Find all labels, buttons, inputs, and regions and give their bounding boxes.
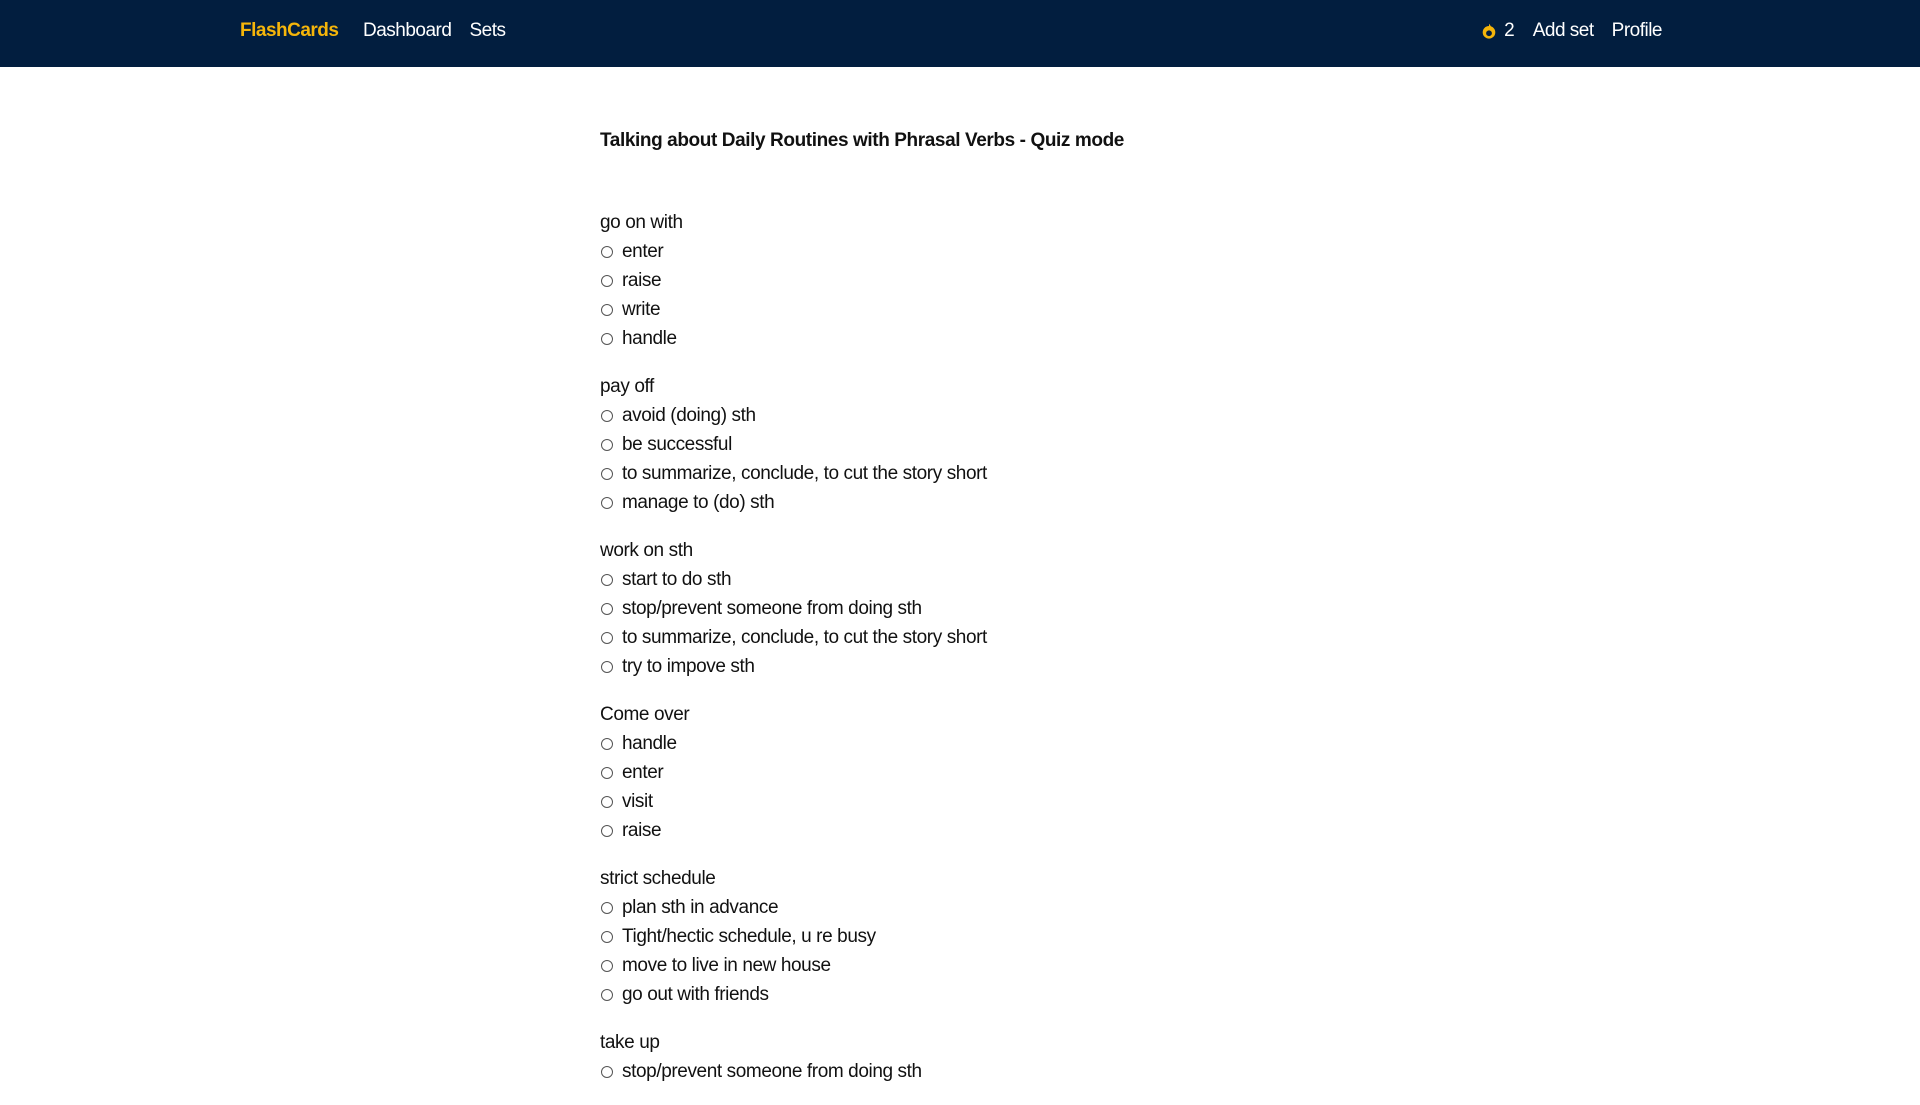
nav-sets-link[interactable]: Sets bbox=[469, 20, 506, 42]
answer-option[interactable]: to summarize, conclude, to cut the story… bbox=[600, 459, 1400, 488]
quiz-question: work on sth start to do sth stop/prevent s… bbox=[600, 536, 1400, 681]
question-term: work on sth bbox=[600, 540, 693, 561]
answer-option[interactable]: plan sth in advance bbox=[600, 893, 1400, 922]
answer-option-label: write bbox=[622, 298, 661, 320]
quiz-question: take up stop/prevent someone from doing s… bbox=[600, 1028, 1400, 1086]
nav-main-links: Dashboard Sets bbox=[363, 20, 506, 42]
answer-option-label: raise bbox=[622, 819, 662, 841]
answer-radio-button[interactable] bbox=[601, 959, 613, 972]
answer-option-label: go out with friends bbox=[622, 983, 769, 1005]
answer-option[interactable]: manage to (do) sth bbox=[600, 488, 1400, 517]
answer-option[interactable]: stop/prevent someone from doing sth bbox=[600, 594, 1400, 623]
answer-radio-button[interactable] bbox=[601, 573, 613, 586]
answer-radio-button[interactable] bbox=[601, 467, 613, 480]
quiz-question-list: go on with enter raise write handle pay off av… bbox=[600, 208, 1400, 1086]
profile-link[interactable]: Profile bbox=[1612, 20, 1663, 42]
answer-option[interactable]: raise bbox=[600, 816, 1400, 845]
answer-option[interactable]: go out with friends bbox=[600, 980, 1400, 1009]
question-term: strict schedule bbox=[600, 868, 716, 889]
answer-option-label: move to live in new house bbox=[622, 954, 831, 976]
answer-radio-button[interactable] bbox=[601, 988, 613, 1001]
answer-option[interactable]: raise bbox=[600, 266, 1400, 295]
answer-option[interactable]: avoid (doing) sth bbox=[600, 401, 1400, 430]
answer-option[interactable]: enter bbox=[600, 758, 1400, 787]
answer-radio-button[interactable] bbox=[601, 901, 613, 914]
answer-option-label: enter bbox=[622, 240, 664, 262]
quiz-question: go on with enter raise write handle bbox=[600, 208, 1400, 353]
answer-option-label: manage to (do) sth bbox=[622, 491, 775, 513]
answer-radio-button[interactable] bbox=[601, 496, 613, 509]
brand-logo-link[interactable]: FlashCards bbox=[240, 20, 339, 42]
answer-option[interactable]: move to live in new house bbox=[600, 951, 1400, 980]
answer-option-label: try to impove sth bbox=[622, 655, 755, 677]
answer-radio-button[interactable] bbox=[601, 303, 613, 316]
answer-option[interactable]: write bbox=[600, 295, 1400, 324]
quiz-content: Talking about Daily Routines with Phrasa… bbox=[600, 120, 1400, 1105]
answer-option[interactable]: visit bbox=[600, 787, 1400, 816]
answer-radio-button[interactable] bbox=[601, 660, 613, 673]
answer-option[interactable]: try to impove sth bbox=[600, 652, 1400, 681]
question-term: take up bbox=[600, 1032, 660, 1053]
answer-radio-button[interactable] bbox=[601, 737, 613, 750]
nav-user-links: 2 Add set Profile bbox=[1480, 20, 1663, 42]
answer-option-label: avoid (doing) sth bbox=[622, 404, 756, 426]
answer-option-label: plan sth in advance bbox=[622, 896, 779, 918]
answer-option-label: Tight/hectic schedule, u re busy bbox=[622, 925, 876, 947]
streak-counter: 2 bbox=[1480, 20, 1515, 42]
question-term: pay off bbox=[600, 376, 654, 397]
answer-option-label: to summarize, conclude, to cut the story… bbox=[622, 626, 987, 648]
answer-radio-button[interactable] bbox=[601, 332, 613, 345]
answer-radio-button[interactable] bbox=[601, 245, 613, 258]
answer-option-label: stop/prevent someone from doing sth bbox=[622, 1060, 922, 1082]
answer-radio-button[interactable] bbox=[601, 1065, 613, 1078]
streak-count: 2 bbox=[1504, 20, 1515, 41]
answer-option-label: handle bbox=[622, 732, 677, 754]
answer-option[interactable]: be successful bbox=[600, 430, 1400, 459]
answer-option[interactable]: Tight/hectic schedule, u re busy bbox=[600, 922, 1400, 951]
answer-option[interactable]: handle bbox=[600, 729, 1400, 758]
answer-radio-button[interactable] bbox=[601, 766, 613, 779]
answer-option-label: be successful bbox=[622, 433, 732, 455]
quiz-question: pay off avoid (doing) sth be successful to … bbox=[600, 372, 1400, 517]
answer-radio-button[interactable] bbox=[601, 631, 613, 644]
top-navbar: FlashCards Dashboard Sets 2 Add set Prof… bbox=[0, 0, 1920, 67]
question-term: Come over bbox=[600, 704, 690, 725]
answer-radio-button[interactable] bbox=[601, 930, 613, 943]
question-term: go on with bbox=[600, 212, 683, 233]
quiz-question: Come over handle enter visit raise bbox=[600, 700, 1400, 845]
quiz-title: Talking about Daily Routines with Phrasa… bbox=[600, 130, 1124, 151]
answer-option[interactable]: to summarize, conclude, to cut the story… bbox=[600, 623, 1400, 652]
answer-option[interactable]: stop/prevent someone from doing sth bbox=[600, 1057, 1400, 1086]
answer-radio-button[interactable] bbox=[601, 438, 613, 451]
answer-radio-button[interactable] bbox=[601, 602, 613, 615]
answer-option-label: start to do sth bbox=[622, 568, 732, 590]
nav-dashboard-link[interactable]: Dashboard bbox=[363, 20, 452, 42]
answer-option[interactable]: handle bbox=[600, 324, 1400, 353]
answer-option-label: to summarize, conclude, to cut the story… bbox=[622, 462, 987, 484]
answer-radio-button[interactable] bbox=[601, 795, 613, 808]
answer-option-label: enter bbox=[622, 761, 664, 783]
answer-radio-button[interactable] bbox=[601, 824, 613, 837]
answer-option-label: raise bbox=[622, 269, 662, 291]
answer-option-label: handle bbox=[622, 327, 677, 349]
answer-option[interactable]: start to do sth bbox=[600, 565, 1400, 594]
answer-radio-button[interactable] bbox=[601, 409, 613, 422]
quiz-question: strict schedule plan sth in advance Tight/… bbox=[600, 864, 1400, 1009]
add-set-link[interactable]: Add set bbox=[1533, 20, 1594, 42]
flame-icon bbox=[1482, 23, 1496, 39]
answer-radio-button[interactable] bbox=[601, 274, 613, 287]
answer-option[interactable]: enter bbox=[600, 237, 1400, 266]
answer-option-label: visit bbox=[622, 790, 653, 812]
answer-option-label: stop/prevent someone from doing sth bbox=[622, 597, 922, 619]
